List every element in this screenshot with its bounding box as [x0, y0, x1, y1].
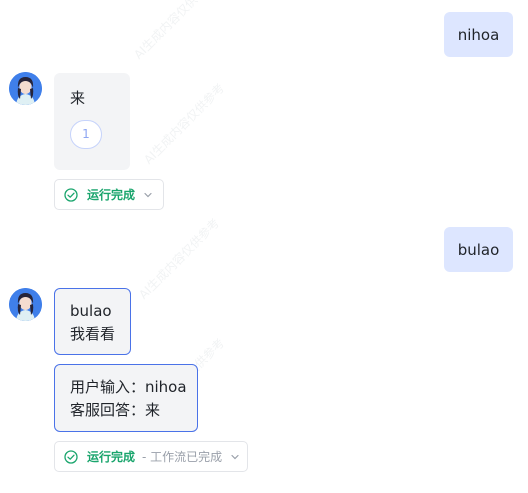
user-message-text: bulao [457, 240, 500, 259]
bot-message-text: 来 [70, 89, 86, 107]
chevron-down-icon [230, 452, 240, 462]
watermark: AI生成内容仅供参考 [131, 0, 218, 62]
run-status-detail: - 工作流已完成 [142, 450, 223, 464]
bot-message-line: 用户输入：nihoa [70, 378, 187, 396]
user-message-text: nihoa [457, 25, 500, 44]
run-status-label: 运行完成 [87, 188, 136, 202]
check-circle-icon [64, 187, 78, 202]
bot-avatar [9, 288, 42, 321]
bot-avatar [9, 72, 42, 105]
run-status-toggle[interactable]: 运行完成 [54, 179, 164, 210]
citation-number: 1 [82, 127, 90, 141]
user-message: nihoa [444, 12, 513, 57]
chat-panel: AI生成内容仅供参考 AI生成内容仅供参考 AI生成内容仅供参考 AI生成内容仅… [0, 0, 528, 493]
run-status-toggle[interactable]: 运行完成 - 工作流已完成 [54, 441, 248, 472]
check-circle-icon [64, 449, 78, 464]
bot-message-line: 我看看 [70, 325, 116, 343]
bot-message: bulao 我看看 [54, 288, 131, 355]
citation-badge[interactable]: 1 [70, 120, 102, 149]
watermark: AI生成内容仅供参考 [141, 80, 228, 167]
bot-message: 来 1 [54, 73, 130, 170]
user-message: bulao [444, 227, 513, 272]
watermark: AI生成内容仅供参考 [136, 215, 223, 302]
bot-message: 用户输入：nihoa 客服回答：来 [54, 364, 198, 432]
bot-message-line: bulao [70, 302, 112, 320]
bot-message-line: 客服回答：来 [70, 401, 161, 419]
run-status-label: 运行完成 [87, 450, 136, 464]
chevron-down-icon [143, 190, 153, 200]
